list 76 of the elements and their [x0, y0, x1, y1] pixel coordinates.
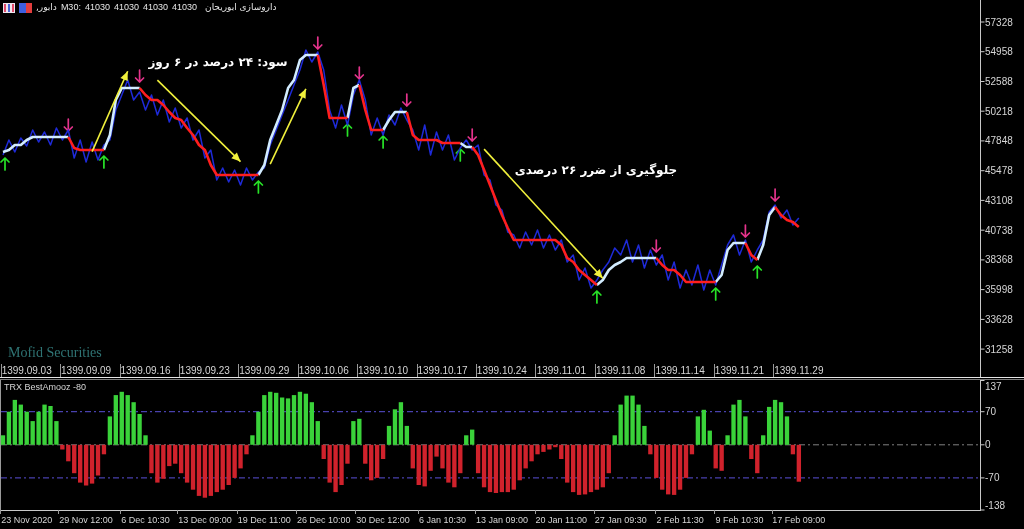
price-value: 41030 — [84, 2, 110, 13]
date-label: 1399.11.21 — [714, 365, 765, 376]
time-label: 30 Dec 12:00 — [356, 515, 410, 525]
date-label: 1399.10.24 — [476, 365, 527, 376]
time-label: 19 Dec 11:00 — [237, 515, 291, 525]
price-axis-label: 43108 — [985, 194, 1013, 206]
time-label: 2 Feb 11:30 — [656, 515, 704, 525]
indicator-title: TRX BestAmooz -80 — [4, 382, 87, 393]
price-axis-label: 31258 — [985, 343, 1013, 355]
time-label: 20 Jan 11:00 — [535, 515, 587, 525]
date-label: 1399.09.03 — [1, 365, 52, 376]
date-label: 1399.11.14 — [655, 365, 705, 376]
price-axis-label: 33628 — [985, 313, 1013, 325]
up-arrow-icon — [342, 123, 353, 137]
split-tile-icon — [19, 2, 32, 13]
indicator-axis-label: -138 — [985, 500, 1005, 511]
date-label: 1399.09.16 — [120, 365, 171, 376]
up-arrow-icon — [99, 155, 109, 169]
down-arrow-icon — [63, 118, 74, 132]
time-label: 6 Jan 10:30 — [419, 515, 466, 525]
time-label: 26 Dec 10:00 — [296, 515, 351, 525]
broker-label: Mofid Securities — [8, 344, 102, 362]
price-axis-label: 50218 — [985, 105, 1013, 117]
down-arrow-icon — [770, 188, 780, 202]
down-arrow-icon — [312, 36, 323, 50]
down-arrow-icon — [134, 69, 145, 83]
price-axis-label: 57328 — [985, 16, 1013, 28]
time-label: 9 Feb 10:30 — [715, 515, 764, 525]
date-label: 1399.09.29 — [239, 365, 290, 376]
up-arrow-icon — [378, 135, 388, 149]
down-arrow-icon — [354, 66, 365, 80]
timeframe-label: M30: — [60, 2, 81, 13]
indicator-axis-label: -70 — [985, 472, 1000, 484]
instrument-name: داروسازی ابوریحان — [205, 2, 277, 13]
price-axis-label: 45478 — [985, 165, 1013, 177]
annotation-text: سود: ۲۴ درصد در ۶ روز — [148, 54, 288, 70]
price-axis-label: 35998 — [985, 284, 1013, 296]
time-label: 23 Nov 2020 — [1, 515, 53, 525]
date-label: 1399.09.09 — [61, 365, 112, 376]
time-label: 13 Dec 09:00 — [178, 515, 232, 525]
date-label: 1399.10.10 — [358, 365, 409, 376]
date-label: 1399.11.01 — [536, 365, 586, 376]
indicator-axis-label: 137 — [985, 381, 1002, 392]
down-arrow-icon — [401, 93, 412, 107]
up-arrow-icon — [253, 180, 264, 194]
price-value: 41030 — [113, 2, 139, 13]
price-axis-label: 38368 — [985, 254, 1013, 266]
down-arrow-icon — [740, 224, 751, 238]
time-label: 29 Nov 12:00 — [59, 515, 113, 525]
price-axis-label: 40738 — [985, 224, 1013, 236]
indicator-axis-label: 0 — [985, 439, 991, 451]
price-value: 41030 — [172, 2, 197, 13]
up-arrow-icon — [592, 290, 602, 304]
time-label: 6 Dec 10:30 — [121, 515, 170, 525]
down-arrow-icon — [651, 239, 662, 253]
down-arrow-icon — [467, 128, 478, 142]
date-label: 1399.10.06 — [298, 365, 349, 376]
up-arrow-icon — [710, 287, 721, 301]
up-arrow-icon — [752, 265, 763, 279]
symbol-label: دابور, — [36, 2, 57, 13]
price-axis-label: 52588 — [985, 76, 1013, 87]
annotation-text: جلوگیری از ضرر ۲۶ درصدی — [514, 162, 678, 178]
striped-tile-icon — [3, 2, 15, 13]
price-axis-label: 47848 — [985, 135, 1013, 147]
time-label: 17 Feb 09:00 — [772, 515, 826, 525]
price-axis-label: 54958 — [985, 46, 1013, 58]
up-arrow-icon — [455, 148, 466, 162]
up-arrow-icon — [0, 157, 10, 171]
indicator-axis-label: 70 — [985, 406, 997, 418]
time-label: 27 Jan 09:30 — [594, 515, 647, 525]
price-value: 41030 — [142, 2, 168, 13]
date-label: 1399.09.23 — [179, 365, 230, 376]
date-label: 1399.11.29 — [774, 365, 824, 376]
date-label: 1399.11.08 — [596, 365, 646, 376]
time-label: 13 Jan 09:00 — [475, 515, 528, 525]
date-label: 1399.10.17 — [417, 365, 468, 376]
